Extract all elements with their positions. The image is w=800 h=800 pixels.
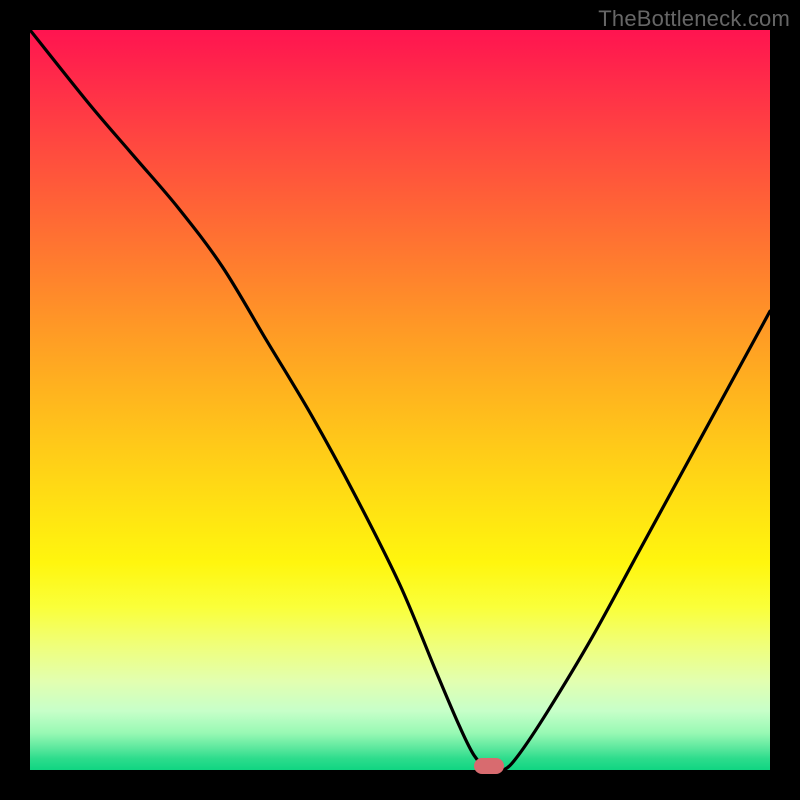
watermark-text: TheBottleneck.com bbox=[598, 6, 790, 32]
curve-svg bbox=[30, 30, 770, 770]
plot-area bbox=[30, 30, 770, 770]
optimal-marker bbox=[474, 758, 504, 774]
bottleneck-curve bbox=[30, 30, 770, 770]
chart-frame: TheBottleneck.com bbox=[0, 0, 800, 800]
